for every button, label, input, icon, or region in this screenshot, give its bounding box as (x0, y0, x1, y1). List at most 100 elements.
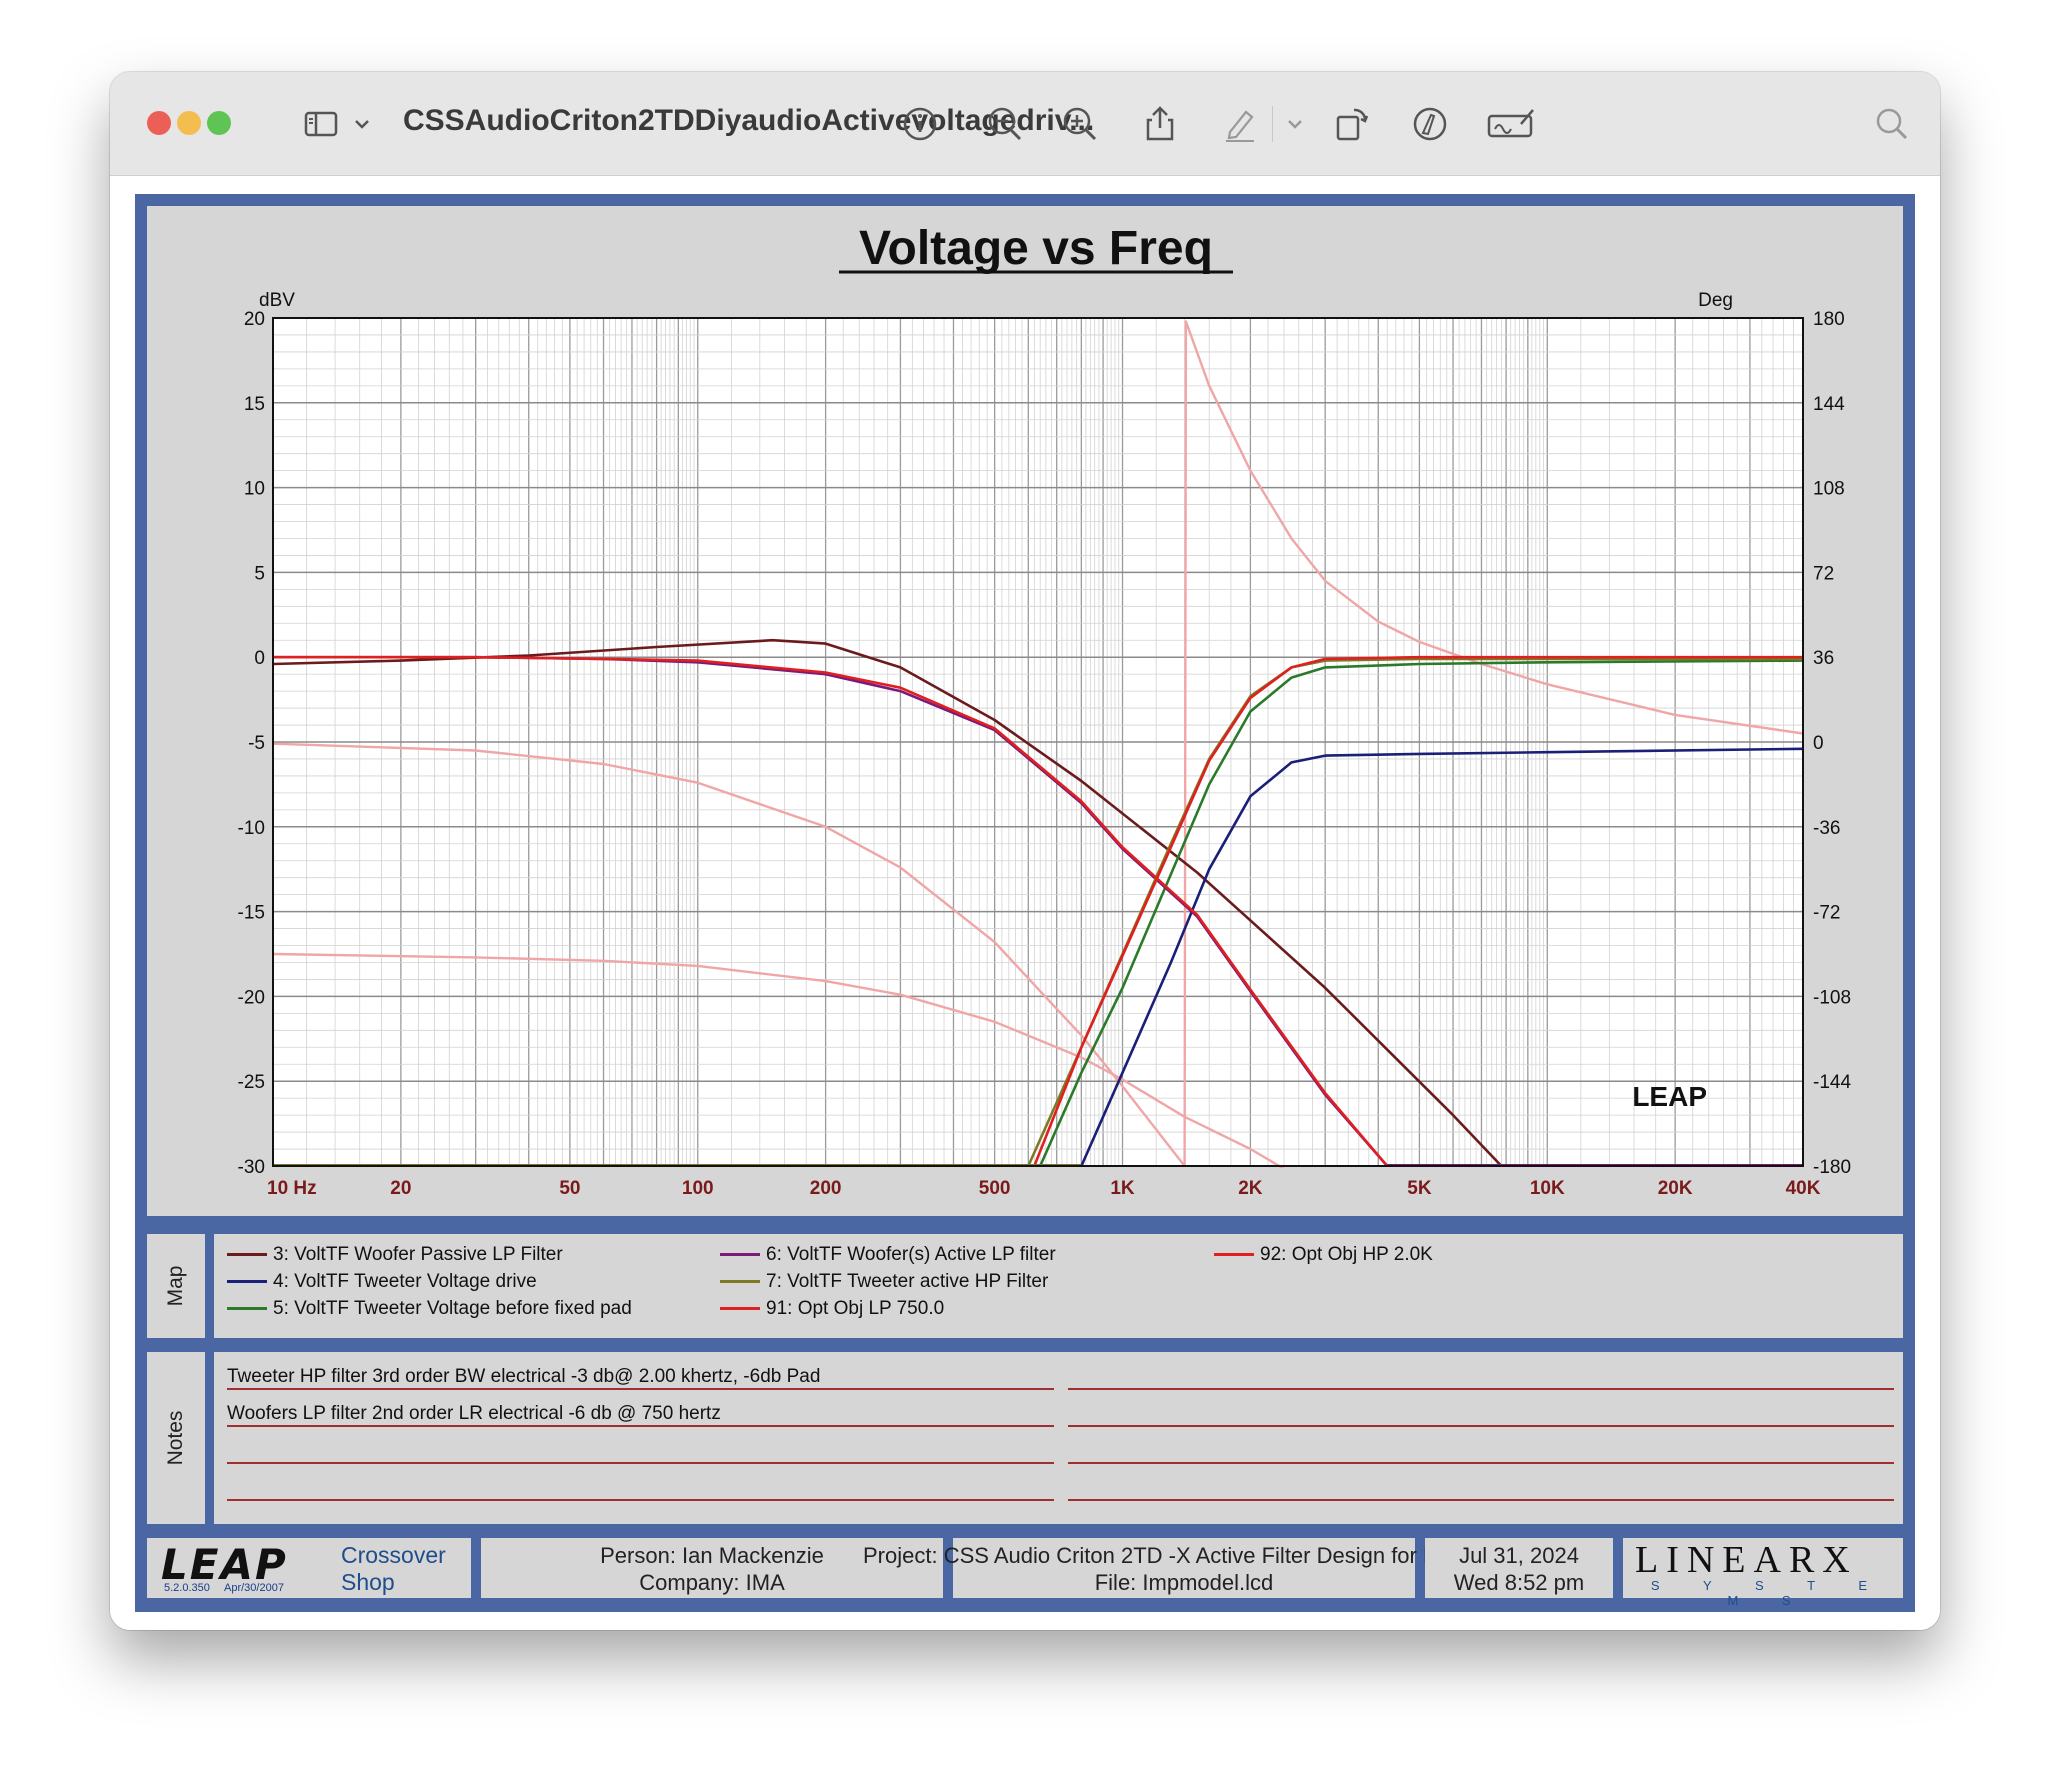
y-right-tick-label: -108 (1813, 987, 1851, 1008)
voltage-vs-freq-chart: Voltage vs Freq dBV Deg 20 180 15 144 10 108 5… (238, 222, 1852, 1199)
close-button[interactable] (147, 111, 171, 135)
annotate-icon[interactable] (1410, 104, 1450, 144)
y-tick-label: 15 (244, 394, 265, 415)
product-line-2: Shop (341, 1569, 395, 1595)
x-tick-label: 1K (1110, 1178, 1135, 1199)
y-tick-label: -15 (238, 903, 265, 924)
linearx-logo: LINEARX (1635, 1539, 1858, 1581)
legend-item: 3: VoltTF Woofer Passive LP Filter (227, 1244, 563, 1266)
legend-label: 92: Opt Obj HP 2.0K (1260, 1244, 1433, 1265)
note-rule (1068, 1499, 1894, 1501)
legend-swatch (227, 1253, 267, 1257)
y-axis-left-label: dBV (259, 290, 295, 311)
project-block: Project: CSS Audio Criton 2TD -X Active … (863, 1538, 1556, 1598)
note-rule (1068, 1388, 1894, 1390)
y-right-tick-label: 36 (1813, 648, 1834, 669)
x-tick-label: 40K (1786, 1178, 1821, 1199)
zoom-in-icon[interactable] (1060, 104, 1100, 144)
minimize-button[interactable] (177, 111, 201, 135)
legend-swatch (720, 1307, 760, 1311)
y-right-tick-label: 180 (1813, 309, 1845, 330)
chart-panel: Voltage vs Freq dBV Deg 20 180 15 144 10 108 5… (147, 206, 1903, 1216)
y-tick-label: -25 (238, 1072, 265, 1093)
chart-watermark: LEAP (1632, 1081, 1707, 1112)
note-rule (227, 1499, 1054, 1501)
y-tick-label: 5 (254, 563, 265, 584)
datetime-block: Jul 31, 2024 Wed 8:52 pm (1425, 1538, 1613, 1598)
x-tick-label: 2K (1238, 1178, 1263, 1199)
legend-item: 5: VoltTF Tweeter Voltage before fixed p… (227, 1298, 632, 1320)
y-right-tick-label: -144 (1813, 1072, 1851, 1093)
chevron-down-icon[interactable] (350, 104, 374, 144)
date-text: Jul 31, 2024 (1459, 1543, 1579, 1568)
time-text: Wed 8:52 pm (1453, 1570, 1585, 1595)
company-text: Company: IMA (639, 1570, 785, 1595)
legend-item: 7: VoltTF Tweeter active HP Filter (720, 1271, 1048, 1293)
legend-item: 91: Opt Obj LP 750.0 (720, 1298, 944, 1320)
chart-title: Voltage vs Freq (859, 222, 1213, 275)
x-tick-label: 200 (810, 1178, 842, 1199)
legend-label: 91: Opt Obj LP 750.0 (766, 1298, 945, 1319)
y-right-tick-label: 0 (1813, 733, 1824, 754)
legend-item: 4: VoltTF Tweeter Voltage drive (227, 1271, 537, 1293)
y-tick-label: -20 (238, 987, 265, 1008)
x-tick-label: 100 (682, 1178, 714, 1199)
legend-swatch (720, 1280, 760, 1284)
legend-panel: 3: VoltTF Woofer Passive LP Filter 4: Vol… (214, 1234, 1903, 1338)
zoom-button[interactable] (207, 111, 231, 135)
map-side-label: Map (147, 1234, 205, 1338)
legend-label: 4: VoltTF Tweeter Voltage drive (273, 1271, 537, 1292)
legend-label: 3: VoltTF Woofer Passive LP Filter (273, 1244, 563, 1265)
leap-date: Apr/30/2007 (224, 1582, 284, 1594)
legend-label: 7: VoltTF Tweeter active HP Filter (766, 1271, 1049, 1292)
x-tick-label: 10K (1530, 1178, 1565, 1199)
legend-swatch (227, 1280, 267, 1284)
note-rule (227, 1462, 1054, 1464)
note-rule (1068, 1462, 1894, 1464)
x-tick-label: 5K (1407, 1178, 1432, 1199)
note-rule (1068, 1425, 1894, 1427)
legend-swatch (227, 1307, 267, 1311)
window-toolbar: CSSAudioCriton2TDDiyaudioActivevoltagedr… (110, 72, 1940, 176)
legend-label: 5: VoltTF Tweeter Voltage before fixed p… (273, 1298, 632, 1319)
markup-pen-icon[interactable] (1220, 104, 1260, 144)
legend-item: 6: VoltTF Woofer(s) Active LP filter (720, 1244, 1056, 1266)
legend-swatch (1214, 1253, 1254, 1257)
note-rule (227, 1388, 1054, 1390)
toolbar-divider (1272, 106, 1273, 142)
legend-item: 92: Opt Obj HP 2.0K (1214, 1244, 1433, 1266)
y-axis-right-label: Deg (1698, 290, 1733, 311)
x-tick-label: 10 Hz (267, 1178, 317, 1199)
y-right-tick-label: -180 (1813, 1157, 1851, 1178)
note-rule (227, 1425, 1054, 1427)
search-icon[interactable] (1872, 104, 1912, 144)
rotate-icon[interactable] (1332, 104, 1372, 144)
notes-side-label: Notes (147, 1352, 205, 1524)
leap-version: 5.2.0.350 (164, 1582, 210, 1594)
legend-swatch (720, 1253, 760, 1257)
linearx-subtitle: S Y S T E M S (1650, 1578, 1888, 1608)
signature-icon[interactable] (1485, 104, 1537, 144)
share-icon[interactable] (1140, 104, 1180, 144)
note-line-2: Woofers LP filter 2nd order LR electrica… (227, 1403, 721, 1424)
chevron-down-icon[interactable] (1283, 104, 1307, 144)
info-icon[interactable] (900, 104, 940, 144)
y-right-tick-label: 72 (1813, 563, 1834, 584)
y-tick-label: -5 (248, 733, 265, 754)
zoom-out-icon[interactable] (985, 104, 1025, 144)
y-right-tick-label: -72 (1813, 903, 1840, 924)
sidebar-icon[interactable] (302, 104, 342, 144)
x-tick-label: 20K (1658, 1178, 1693, 1199)
preview-window: CSSAudioCriton2TDDiyaudioActivevoltagedr… (110, 72, 1940, 1630)
x-tick-label: 50 (559, 1178, 580, 1199)
leap-report-frame: Voltage vs Freq dBV Deg 20 180 15 144 10 108 5… (135, 194, 1915, 1612)
file-text: File: Impmodel.lcd (1094, 1570, 1274, 1595)
product-line-1: Crossover (341, 1542, 446, 1568)
document-content: Voltage vs Freq dBV Deg 20 180 15 144 10 108 5… (110, 176, 1940, 1630)
linearx-logo-block: LINEARX S Y S T E M S (1623, 1538, 1903, 1608)
y-right-tick-label: 108 (1813, 479, 1845, 500)
y-tick-label: 10 (244, 479, 265, 500)
y-tick-label: 0 (254, 648, 265, 669)
y-right-tick-label: 144 (1813, 394, 1845, 415)
x-tick-label: 500 (979, 1178, 1011, 1199)
